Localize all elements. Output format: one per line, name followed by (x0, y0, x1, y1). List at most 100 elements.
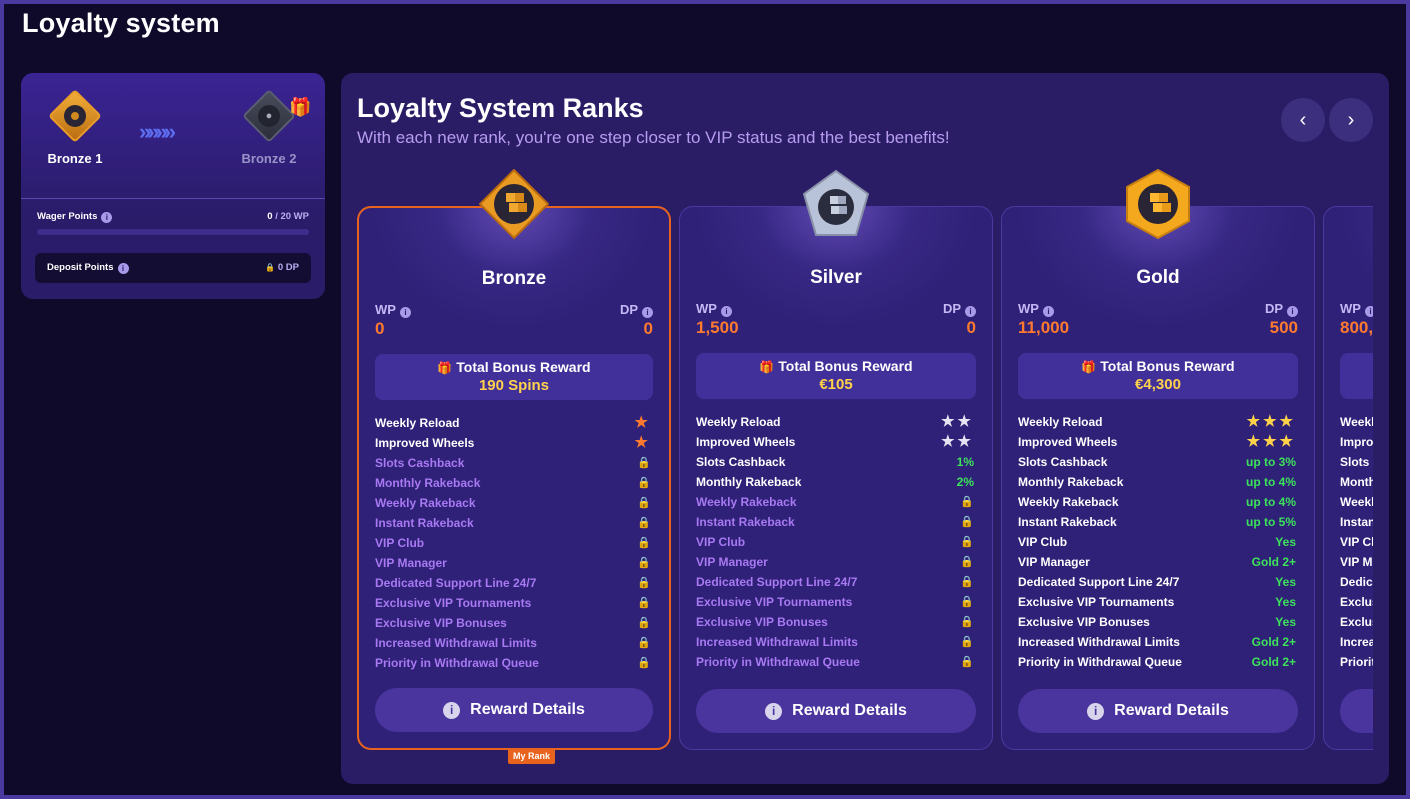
wp-value: 1,500 (696, 318, 739, 337)
reward-details-button[interactable]: iReward Details (1018, 689, 1298, 733)
feature-label: Exclusive VIP Bonuses (696, 615, 828, 629)
info-icon[interactable]: i (1042, 306, 1054, 317)
info-icon[interactable]: i (642, 307, 653, 318)
info-icon[interactable]: i (399, 307, 411, 318)
gold-rank-emblem-icon (1123, 169, 1193, 240)
bonus-title: Total Bonus Reward (456, 359, 591, 375)
chevrons-right-icon: »»»» (139, 119, 176, 144)
reward-details-button[interactable]: iReward Details (375, 688, 653, 732)
feature-row: Monthly Rakeback 🔒 (375, 475, 653, 495)
wp-label-text: WP (1018, 301, 1039, 316)
reward-details-button[interactable]: iReward Details (696, 689, 976, 733)
feature-value: Gold 2+ (1251, 655, 1296, 669)
feature-label: Instant Rakeback (375, 516, 474, 530)
lock-icon: 🔒 (637, 517, 651, 529)
info-icon[interactable]: i (1287, 306, 1298, 317)
bronze-rank-icon (48, 89, 102, 143)
loyalty-ranks-panel: Loyalty System Ranks With each new rank,… (341, 73, 1389, 784)
feature-label: Exclusive VIP Tournaments (1018, 595, 1175, 609)
feature-value: Yes (1275, 535, 1296, 549)
lock-icon: 🔒 (637, 497, 651, 509)
feature-label: Weekly Reload (1018, 415, 1103, 429)
feature-label: Improved Wheels (696, 435, 796, 449)
current-rank-label: Bronze 1 (47, 151, 103, 166)
bonus-value: 190 Spins (478, 377, 550, 394)
bonus-title: Total Bonus Reward (778, 358, 913, 374)
star-icon: ★★★ (1246, 413, 1296, 430)
feature-row: Priority in Withdrawal Queue Gold 2+ (1018, 654, 1298, 674)
feature-row: Instant Rakeback up to 5% (1018, 514, 1298, 534)
feature-row: Exclus (1340, 614, 1373, 634)
info-icon: i (1087, 702, 1105, 720)
feature-row: VIP Club 🔒 (696, 534, 976, 554)
feature-label: Instant Rakeback (696, 515, 795, 529)
feature-row: Dedica (1340, 574, 1373, 594)
wp-label: WP i (1340, 301, 1373, 317)
feature-row: VIP Manager 🔒 (375, 555, 653, 575)
feature-label: VIP Club (375, 536, 425, 550)
lock-icon: 🔒 (637, 657, 651, 669)
reward-details-button[interactable]: iReward Details (1340, 689, 1373, 733)
feature-row: VIP M (1340, 554, 1373, 574)
wp-value: 0 (375, 319, 385, 338)
feature-value: up to 3% (1246, 455, 1296, 469)
chevron-right-icon: › (1347, 108, 1355, 131)
feature-row: Exclus (1340, 594, 1373, 614)
feature-row: Weekl (1340, 414, 1373, 434)
info-icon[interactable]: i (1364, 306, 1373, 317)
feature-label: Dedicated Support Line 24/7 (696, 575, 858, 589)
feature-row: Slots Cashback up to 3% (1018, 454, 1298, 474)
feature-label: VIP M (1340, 555, 1373, 569)
gift-icon: 🎁 (437, 361, 453, 375)
wager-points-target: / 20 WP (272, 211, 309, 222)
feature-value: up to 4% (1246, 475, 1296, 489)
wp-label-text: WP (375, 302, 396, 317)
lock-icon: 🔒 (960, 556, 974, 568)
info-icon[interactable]: i (965, 306, 976, 317)
next-button[interactable]: › (1329, 98, 1373, 142)
gift-icon: 🎁 (759, 360, 775, 374)
previous-button[interactable]: ‹ (1281, 98, 1325, 142)
wager-points-label: Wager Points (37, 211, 98, 222)
feature-row: Weekl (1340, 494, 1373, 514)
feature-label: Weekly Rakeback (1018, 495, 1119, 509)
lock-icon: 🔒 (637, 557, 651, 569)
feature-row: Improved Wheels ★★ (696, 434, 976, 454)
wager-progress-bar (37, 229, 309, 235)
feature-row: Exclusive VIP Bonuses Yes (1018, 614, 1298, 634)
info-icon: i (765, 702, 783, 720)
lock-icon: 🔒 (960, 656, 974, 668)
feature-value: Gold 2+ (1251, 635, 1296, 649)
feature-label: Priority in Withdrawal Queue (696, 655, 860, 669)
wager-points-row: Wager Points i 0 / 20 WP (37, 211, 309, 223)
dp-label: DP i (1265, 301, 1298, 317)
features-list: Weekl Impro Slots C Month Weekl Instan VIP Cl V… (1340, 414, 1373, 674)
ranks-subtitle: With each new rank, you're one step clos… (357, 128, 950, 147)
bronze-rank-emblem-icon (478, 169, 550, 240)
wp-value: 800, (1340, 318, 1373, 337)
info-icon[interactable]: i (101, 212, 113, 223)
dp-label: DP i (943, 301, 976, 317)
info-icon[interactable]: i (117, 263, 129, 274)
feature-row: Increased Withdrawal Limits 🔒 (375, 635, 653, 655)
feature-row: Exclusive VIP Bonuses 🔒 (696, 614, 976, 634)
features-list: Weekly Reload ★★★ Improved Wheels ★★★ Slots … (1018, 414, 1298, 674)
feature-label: VIP Manager (1018, 555, 1090, 569)
feature-row: Weekly Reload ★★★ (1018, 414, 1298, 434)
wp-label: WP i (696, 301, 732, 317)
feature-label: Instan (1340, 515, 1373, 529)
feature-row: Dedicated Support Line 24/7 🔒 (375, 575, 653, 595)
wp-label: WP i (375, 302, 411, 318)
feature-label: Slots C (1340, 455, 1373, 469)
feature-label: Exclus (1340, 595, 1373, 609)
info-icon[interactable]: i (720, 306, 732, 317)
rank-card-next: WPi800, Weekl Impro Slots C Month Weekl Instan… (1323, 206, 1373, 750)
feature-label: Improved Wheels (375, 436, 475, 450)
feature-label: VIP Cl (1340, 535, 1373, 549)
feature-label: Weekly Reload (375, 416, 460, 430)
feature-label: Priority in Withdrawal Queue (375, 656, 539, 670)
feature-label: Month (1340, 475, 1373, 489)
feature-row: Exclusive VIP Tournaments 🔒 (375, 595, 653, 615)
feature-label: VIP Manager (375, 556, 447, 570)
feature-value: 2% (956, 475, 974, 489)
